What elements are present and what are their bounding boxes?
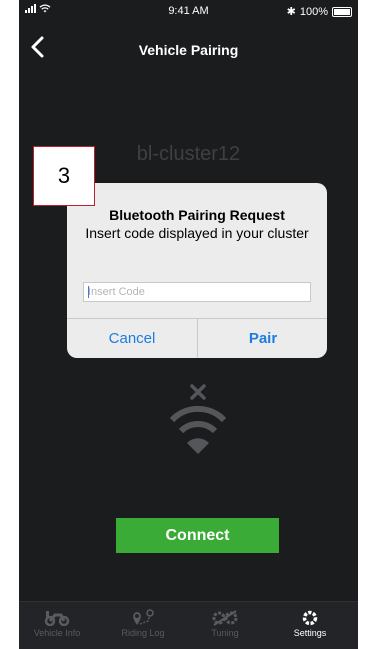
tab-tuning[interactable]: Tuning [189,608,261,638]
text-caret [88,286,89,298]
pair-button[interactable]: Pair [198,318,327,358]
app-screen: 9:41 AM ✱ 100% Vehicle Pairing bl-cluste… [19,0,358,649]
motorcycle-icon [21,608,93,628]
gear-icon [274,608,346,628]
tab-label-tuning: Tuning [211,628,239,638]
battery-icon [332,6,352,17]
tab-riding-log[interactable]: Riding Log [107,608,179,638]
tab-label-vehicle-info: Vehicle Info [33,628,81,638]
connect-button[interactable]: Connect [116,518,279,553]
tab-vehicle-info[interactable]: Vehicle Info [21,608,93,638]
step-annotation-label: 3 [33,146,95,206]
page-title: Vehicle Pairing [138,42,239,58]
dialog-message: Insert code displayed in your cluster [85,225,309,241]
route-pin-icon [107,608,179,628]
pairing-code-input[interactable] [83,282,311,302]
bluetooth-icon: ✱ [286,6,296,18]
tab-label-riding-log: Riding Log [121,628,165,638]
dialog-title: Bluetooth Pairing Request [109,207,285,223]
tab-label-settings: Settings [293,628,327,638]
nav-bar: Vehicle Pairing [19,28,358,68]
tab-settings[interactable]: Settings [274,608,346,638]
cancel-button[interactable]: Cancel [67,318,197,358]
tab-bar: Vehicle Info Riding Log Tuning Settings [19,601,358,649]
status-bar: 9:41 AM ✱ 100% [19,0,358,22]
battery-percent: 100% [299,5,328,18]
gears-icon [189,608,261,628]
status-right: ✱ 100% [287,5,352,18]
pairing-dialog: Bluetooth Pairing Request Insert code di… [67,183,327,358]
wifi-disconnected-icon [170,384,226,454]
